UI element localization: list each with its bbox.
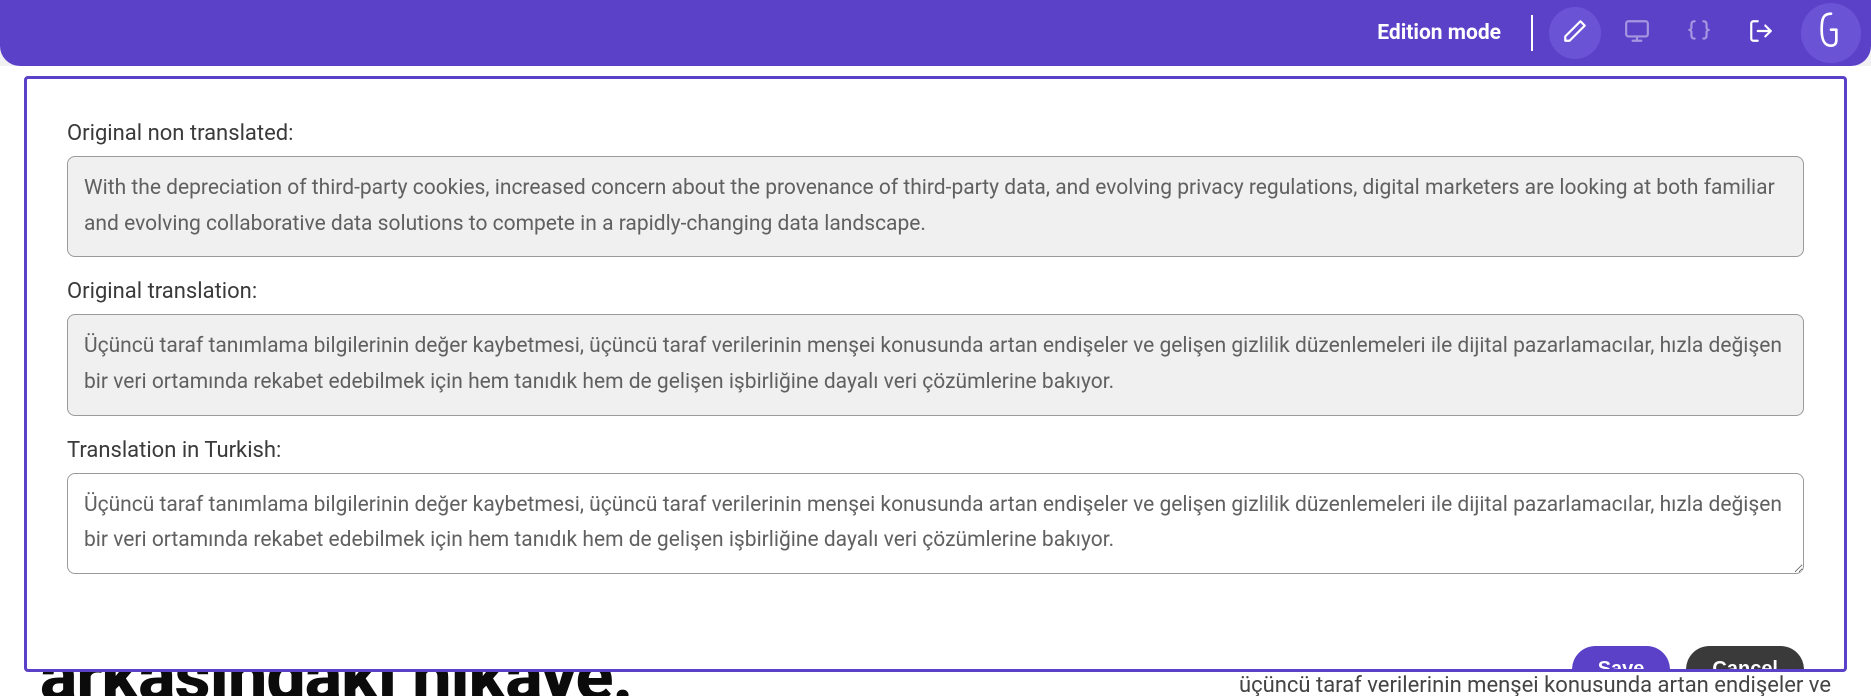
monitor-icon xyxy=(1624,18,1650,48)
exit-icon xyxy=(1748,18,1774,48)
app-logo-icon xyxy=(1814,11,1848,55)
modal-scroll-area[interactable]: Original non translated: Original transl… xyxy=(27,79,1844,669)
top-toolbar: Edition mode xyxy=(0,0,1871,66)
original-translation-textarea xyxy=(67,314,1804,415)
original-translation-block: Original translation: xyxy=(67,279,1804,419)
exit-button[interactable] xyxy=(1735,7,1787,59)
preview-mode-button[interactable] xyxy=(1611,7,1663,59)
original-translation-label: Original translation: xyxy=(67,279,1804,304)
translation-turkish-block: Translation in Turkish: xyxy=(67,438,1804,578)
background-subtext-fragment: üçüncü taraf verilerinin menşei konusund… xyxy=(1239,673,1831,696)
edition-mode-label: Edition mode xyxy=(1377,21,1501,45)
toolbar-divider xyxy=(1531,15,1533,51)
cancel-button[interactable]: Cancel xyxy=(1686,646,1804,672)
original-nontranslated-block: Original non translated: xyxy=(67,121,1804,261)
pencil-icon xyxy=(1562,18,1588,48)
code-mode-button[interactable] xyxy=(1673,7,1725,59)
original-nontranslated-textarea xyxy=(67,156,1804,257)
translation-turkish-textarea[interactable] xyxy=(67,473,1804,574)
translation-turkish-label: Translation in Turkish: xyxy=(67,438,1804,463)
edit-mode-button[interactable] xyxy=(1549,7,1601,59)
original-nontranslated-label: Original non translated: xyxy=(67,121,1804,146)
translation-modal: Original non translated: Original transl… xyxy=(24,76,1847,672)
braces-icon xyxy=(1686,18,1712,48)
modal-footer: Save Cancel xyxy=(1572,646,1844,672)
app-logo-button[interactable] xyxy=(1801,3,1861,63)
save-button[interactable]: Save xyxy=(1572,646,1671,672)
